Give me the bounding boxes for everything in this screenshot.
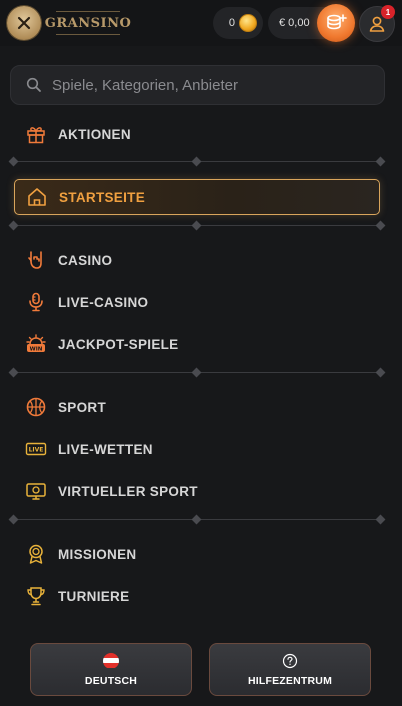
coins-value: 0 — [228, 17, 235, 29]
menu-item-aktionen[interactable]: AKTIONEN — [14, 117, 380, 151]
coins-stack-plus-icon — [327, 14, 347, 30]
menu-item-jackpot-spiele[interactable]: WIN JACKPOT-SPIELE — [14, 327, 380, 361]
close-menu-button[interactable] — [7, 6, 41, 40]
notification-badge: 1 — [381, 5, 395, 19]
gransino-logo[interactable]: GRANSINO — [45, 11, 131, 35]
help-icon — [282, 653, 298, 668]
menu-label-jackpot-spiele: JACKPOT-SPIELE — [58, 336, 179, 352]
trophy-icon — [24, 584, 48, 608]
microphone-icon — [24, 290, 48, 314]
menu-item-virtueller-sport[interactable]: VIRTUELLER SPORT — [14, 474, 380, 508]
search-bar[interactable] — [10, 65, 385, 105]
basketball-icon — [24, 395, 48, 419]
menu-item-casino[interactable]: CASINO — [14, 243, 380, 277]
search-icon — [26, 77, 41, 92]
help-center-button[interactable]: HILFEZENTRUM — [209, 643, 371, 696]
section-divider — [8, 367, 386, 378]
menu-label-casino: CASINO — [58, 252, 113, 268]
live-badge-icon: LIVE — [24, 437, 48, 461]
win-badge-text: WIN — [30, 346, 43, 352]
home-icon — [25, 185, 49, 209]
language-label: DEUTSCH — [84, 674, 138, 687]
menu-label-live-casino: LIVE-CASINO — [58, 294, 149, 310]
menu-item-missionen[interactable]: MISSIONEN — [14, 537, 380, 571]
austria-flag-icon — [103, 652, 119, 669]
menu-label-startseite: STARTSEITE — [59, 189, 146, 205]
menu-label-virtueller-sport: VIRTUELLER SPORT — [58, 483, 198, 499]
close-icon — [17, 16, 31, 30]
section-divider — [8, 156, 386, 167]
menu-item-turniere[interactable]: TURNIERE — [14, 579, 380, 613]
section-divider — [8, 220, 386, 231]
menu-item-live-wetten[interactable]: LIVE LIVE-WETTEN — [14, 432, 380, 466]
deposit-button[interactable] — [317, 4, 355, 42]
gift-icon — [24, 122, 48, 146]
menu-label-turniere: TURNIERE — [58, 588, 130, 604]
medal-icon — [24, 542, 48, 566]
menu-label-missionen: MISSIONEN — [58, 546, 137, 562]
coin-icon — [239, 14, 257, 32]
menu-item-startseite[interactable]: STARTSEITE — [14, 179, 380, 215]
top-bar: GRANSINO 0 € 0,00 1 — [0, 0, 402, 46]
monitor-ball-icon — [24, 479, 48, 503]
coins-balance[interactable]: 0 — [213, 7, 263, 39]
menu-item-sport[interactable]: SPORT — [14, 390, 380, 424]
language-button[interactable]: DEUTSCH — [30, 643, 192, 696]
section-divider — [8, 514, 386, 525]
live-badge-text: LIVE — [29, 447, 44, 454]
menu-label-aktionen: AKTIONEN — [58, 126, 131, 142]
rock-hand-icon — [24, 248, 48, 272]
jackpot-win-icon: WIN — [24, 332, 48, 356]
help-center-label: HILFEZENTRUM — [247, 674, 333, 687]
menu-item-live-casino[interactable]: LIVE-CASINO — [14, 285, 380, 319]
menu-label-sport: SPORT — [58, 399, 107, 415]
menu-label-live-wetten: LIVE-WETTEN — [58, 441, 153, 457]
search-input[interactable] — [52, 76, 352, 94]
balance-value: € 0,00 — [279, 17, 310, 29]
